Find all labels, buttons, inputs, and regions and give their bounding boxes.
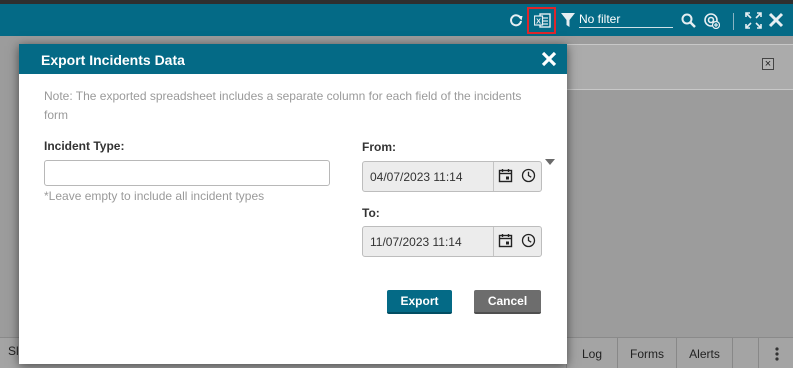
cancel-button[interactable]: Cancel [474,290,541,314]
panel-header [566,44,793,90]
from-date-divider [493,162,494,191]
to-date-value: 11/07/2023 11:14 [370,235,462,249]
dialog-header: Export Incidents Data [19,44,567,74]
calendar-icon[interactable] [498,168,514,184]
export-note: Note: The exported spreadsheet includes … [44,89,522,122]
excel-export-icon[interactable]: X [533,10,551,30]
filter-field[interactable]: No filter [579,12,673,28]
tab-alerts-label: Alerts [689,346,720,361]
tab-alerts[interactable]: Alerts [676,338,732,368]
more-menu-icon[interactable] [758,338,793,368]
export-button[interactable]: Export [387,290,452,314]
tab-spacer [732,338,761,368]
target-add-icon[interactable] [702,10,720,30]
to-label: To: [362,206,380,220]
incident-type-label: Incident Type: [44,139,125,153]
refresh-icon[interactable] [508,10,524,30]
tab-forms[interactable]: Forms [617,338,676,368]
chevron-down-icon[interactable] [545,159,555,165]
expand-icon[interactable] [744,10,762,30]
incident-type-input[interactable] [44,160,330,186]
from-date-field[interactable]: 04/07/2023 11:14 [362,161,542,192]
filter-label: No filter [579,12,621,26]
panel-close-icon[interactable]: × [762,58,774,70]
search-icon[interactable] [680,10,696,30]
incident-type-hint: *Leave empty to include all incident typ… [44,189,265,203]
from-label: From: [362,140,396,154]
export-dialog: Export Incidents Data Note: The exported… [19,44,567,364]
from-date-value: 04/07/2023 11:14 [370,170,463,184]
dialog-title: Export Incidents Data [41,52,185,68]
main-toolbar: X No filter [0,4,793,36]
dialog-close-icon[interactable] [539,49,559,69]
clock-icon[interactable] [521,233,537,249]
tab-partial-left[interactable]: Sl [8,344,19,358]
toolbar-separator [733,13,734,30]
tab-log-label: Log [581,346,603,361]
to-date-field[interactable]: 11/07/2023 11:14 [362,226,542,257]
calendar-icon[interactable] [498,233,514,249]
svg-text:X: X [535,16,540,25]
tab-log[interactable]: Log [566,338,617,368]
clock-icon[interactable] [521,168,537,184]
app-background: X No filter × Log Forms Alerts Sl Export… [0,0,793,368]
filter-icon[interactable] [559,10,576,30]
to-date-divider [493,227,494,256]
close-icon[interactable] [767,10,785,30]
tab-forms-label: Forms [630,346,664,361]
